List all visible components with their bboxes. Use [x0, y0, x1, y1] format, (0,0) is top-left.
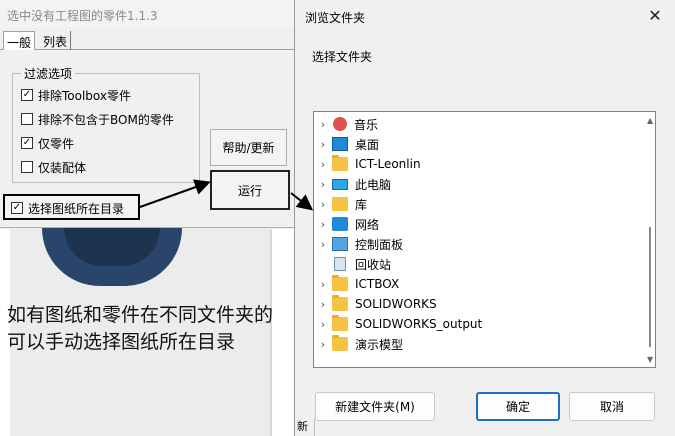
- chevron-right-icon[interactable]: ›: [314, 298, 332, 311]
- tree-item-solidworks-output[interactable]: › SOLIDWORKS_output: [314, 314, 482, 334]
- folder-icon: [332, 315, 348, 331]
- tree-item-label: 网络: [355, 217, 380, 232]
- tree-item-solidworks[interactable]: › SOLIDWORKS: [314, 294, 437, 314]
- tree-item-label: SOLIDWORKS: [355, 297, 437, 311]
- tree-item-label: 控制面板: [355, 237, 404, 252]
- tree-item-control-panel[interactable]: › 控制面板: [314, 234, 403, 254]
- tree-scrollbar[interactable]: ▲ ▼: [644, 112, 655, 367]
- run-button[interactable]: 运行: [210, 170, 290, 210]
- chevron-right-icon[interactable]: ›: [314, 118, 332, 131]
- option-parts-only[interactable]: ✓ 仅零件: [21, 135, 74, 151]
- tab-list[interactable]: 列表: [40, 31, 72, 50]
- close-icon[interactable]: ✕: [643, 5, 667, 27]
- dialog-prompt: 选择文件夹: [312, 50, 373, 64]
- desktop-icon: [332, 137, 348, 151]
- annotation-text: 如有图纸和零件在不同文件夹的 可以手动选择图纸所在目录: [7, 302, 273, 356]
- tab-bar: 一般 列表: [0, 28, 295, 51]
- tree-item-desktop[interactable]: › 桌面: [314, 134, 379, 154]
- checkbox-parts-only[interactable]: ✓: [21, 137, 33, 149]
- tree-item-demo-models[interactable]: › 演示模型: [314, 334, 403, 354]
- folder-icon: [332, 295, 348, 311]
- filter-options-group: 过滤选项 ✓ 排除Toolbox零件 排除不包含于BOM的零件 ✓ 仅零件 仅装…: [12, 65, 200, 183]
- tree-item-ict-leonlin[interactable]: › ICT-Leonlin: [314, 154, 421, 174]
- chevron-right-icon[interactable]: ›: [314, 218, 332, 231]
- scrollbar-thumb[interactable]: [649, 227, 651, 347]
- help-update-button[interactable]: 帮助/更新: [210, 129, 287, 166]
- tree-item-recycle-bin[interactable]: › 回收站: [314, 254, 391, 274]
- model-preview-inner: [64, 228, 160, 266]
- control-panel-icon: [332, 237, 348, 251]
- tree-item-label: 演示模型: [355, 337, 404, 352]
- checkbox-exclude-toolbox[interactable]: ✓: [21, 89, 33, 101]
- recycle-bin-icon: [334, 257, 346, 271]
- chevron-right-icon[interactable]: ›: [314, 238, 332, 251]
- network-icon: [332, 217, 348, 231]
- app-title: 选中没有工程图的零件1.1.3: [0, 0, 295, 28]
- tree-item-label: SOLIDWORKS_output: [355, 317, 483, 331]
- folder-tree[interactable]: › 音乐 › 桌面 › ICT-Leonlin › 此电脑 › 库 › 网络 ›…: [313, 111, 656, 368]
- ok-button[interactable]: 确定: [476, 392, 560, 421]
- select-drawing-dir-option[interactable]: ✓ 选择图纸所在目录: [3, 194, 140, 220]
- chevron-right-icon[interactable]: ›: [314, 318, 332, 331]
- computer-icon: [332, 178, 348, 190]
- scroll-up-icon[interactable]: ▲: [647, 116, 653, 125]
- browse-folder-dialog: 浏览文件夹 ✕ 选择文件夹 › 音乐 › 桌面 › ICT-Leonlin › …: [294, 0, 675, 436]
- dialog-title: 浏览文件夹: [305, 11, 366, 25]
- tab-general[interactable]: 一般: [3, 31, 36, 51]
- chevron-right-icon[interactable]: ›: [314, 338, 332, 351]
- option-label: 仅装配体: [38, 160, 87, 175]
- tree-item-label: 库: [355, 197, 368, 212]
- option-label: 排除Toolbox零件: [38, 88, 132, 103]
- option-label: 仅零件: [38, 136, 75, 151]
- tree-item-ictbox[interactable]: › ICTBOX: [314, 274, 399, 294]
- app-window: 选中没有工程图的零件1.1.3 一般 列表 过滤选项 ✓ 排除Toolbox零件…: [0, 0, 295, 436]
- tree-item-label: 此电脑: [355, 177, 392, 192]
- option-exclude-non-bom[interactable]: 排除不包含于BOM的零件: [21, 111, 174, 127]
- annotation-line-2: 可以手动选择图纸所在目录: [7, 331, 236, 353]
- option-assemblies-only[interactable]: 仅装配体: [21, 159, 86, 175]
- music-icon: [333, 117, 347, 131]
- tree-item-label: 音乐: [354, 117, 379, 132]
- tree-item-music[interactable]: › 音乐: [314, 114, 378, 134]
- checkbox-assemblies-only[interactable]: [21, 161, 33, 173]
- scroll-down-icon[interactable]: ▼: [647, 355, 653, 364]
- folder-icon: [332, 275, 348, 291]
- chevron-right-icon[interactable]: ›: [314, 198, 332, 211]
- tree-item-label: ICT-Leonlin: [355, 157, 421, 171]
- chevron-right-icon[interactable]: ›: [314, 278, 332, 291]
- folder-icon: [332, 335, 348, 351]
- option-label: 选择图纸所在目录: [28, 201, 125, 216]
- checkbox-select-drawing-dir[interactable]: ✓: [11, 202, 23, 214]
- library-icon: [332, 197, 348, 211]
- annotation-line-1: 如有图纸和零件在不同文件夹的: [7, 304, 274, 326]
- cancel-button[interactable]: 取消: [569, 392, 655, 421]
- tree-item-library[interactable]: › 库: [314, 194, 367, 214]
- tree-item-label: 桌面: [355, 137, 380, 152]
- tree-item-network[interactable]: › 网络: [314, 214, 379, 234]
- underlying-window-edge: 新: [295, 418, 315, 436]
- option-exclude-toolbox[interactable]: ✓ 排除Toolbox零件: [21, 87, 131, 103]
- chevron-right-icon[interactable]: ›: [314, 178, 332, 191]
- general-panel: 过滤选项 ✓ 排除Toolbox零件 排除不包含于BOM的零件 ✓ 仅零件 仅装…: [0, 50, 295, 228]
- checkbox-exclude-non-bom[interactable]: [21, 113, 33, 125]
- new-folder-button[interactable]: 新建文件夹(M): [315, 392, 435, 421]
- tree-item-label: 回收站: [355, 257, 392, 272]
- select-drawing-dir-row[interactable]: ✓ 选择图纸所在目录: [11, 200, 124, 216]
- option-label: 排除不包含于BOM的零件: [38, 112, 174, 127]
- chevron-right-icon[interactable]: ›: [314, 158, 332, 171]
- folder-icon: [332, 155, 348, 171]
- tree-item-this-pc[interactable]: › 此电脑: [314, 174, 391, 194]
- chevron-right-icon[interactable]: ›: [314, 138, 332, 151]
- filter-options-title: 过滤选项: [21, 65, 76, 82]
- tree-item-label: ICTBOX: [355, 277, 400, 291]
